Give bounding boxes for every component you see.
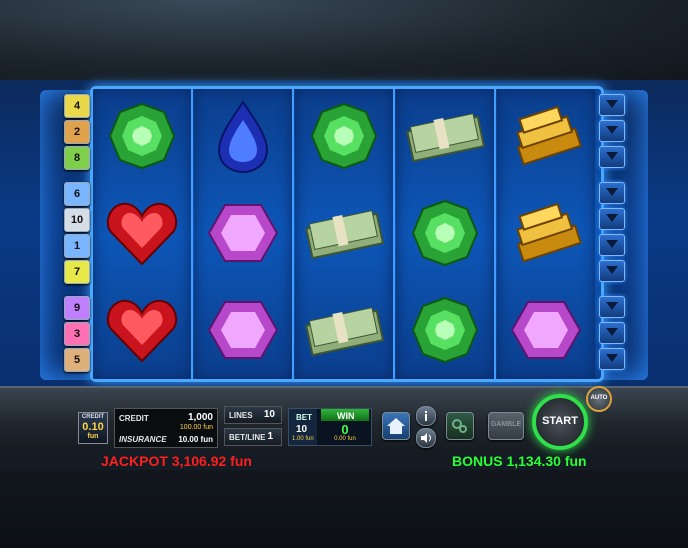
credit-value: 1,000 [187,412,213,423]
reel-3 [295,89,395,379]
payline-arrow-icon[interactable] [599,208,625,230]
reel-4-symbol-3 [396,283,494,377]
payline-button[interactable]: 1 [64,234,90,258]
payline-arrow-icon[interactable] [599,234,625,256]
reel-5-symbol-2 [497,186,595,280]
gamble-button[interactable]: GAMBLE [488,412,524,440]
payline-arrow-icon[interactable] [599,182,625,204]
background-bottom [0,470,688,548]
win-label: WIN [337,411,355,421]
money-stack-symbol [406,113,486,163]
insurance-label: INSURANCE [119,435,167,444]
bet-win-display: BET 10 1.00 fun WIN 0 0.00 fun [288,408,372,446]
amethyst-symbol [207,301,279,359]
credit-label: CREDIT [119,414,149,423]
payline-button[interactable]: 2 [64,120,90,144]
payline-button[interactable]: 10 [64,208,90,232]
lines-label: LINES [229,411,253,420]
ruby-heart-symbol [106,202,178,266]
reel-2 [194,89,294,379]
payline-button[interactable]: 3 [64,322,90,346]
jackpot-display: JACKPOT 3,106.92 fun [101,453,252,469]
payline-arrow-icon[interactable] [599,322,625,344]
payline-button[interactable]: 5 [64,348,90,372]
background-top [0,0,688,80]
reel-1-symbol-2 [93,186,191,280]
sound-button[interactable] [416,428,436,448]
credit-display: CREDIT 1,000 100.00 fun INSURANCE 10.00 … [114,408,218,448]
reel-4-symbol-2 [396,186,494,280]
payline-arrow-icon[interactable] [599,94,625,116]
payline-arrow-icon[interactable] [599,296,625,318]
denomination-unit: fun [87,433,99,440]
start-label: START [542,415,578,427]
emerald-symbol [411,296,479,364]
reel-2-symbol-3 [194,283,292,377]
insurance-value: 10.00 fun [178,435,213,444]
denomination-label: CREDIT [81,414,105,420]
payline-button[interactable]: 8 [64,146,90,170]
bet-value: 10 [296,424,308,435]
emerald-symbol [108,102,176,170]
reel-3-symbol-3 [295,283,393,377]
denomination-value: 0.10 [82,421,104,433]
gamble-label: GAMBLE [490,421,522,428]
bonus-display: BONUS 1,134.30 fun [452,453,587,469]
bet-line-value: 1 [267,431,273,442]
settings-button[interactable] [446,412,474,440]
control-panel: CREDIT 0.10 fun CREDIT 1,000 100.00 fun … [0,386,688,452]
payline-arrow-icon[interactable] [599,146,625,168]
bet-fun: 1.00 fun [292,436,314,442]
lines-value: 10 [263,409,275,420]
reel-3-symbol-2 [295,186,393,280]
payline-arrow-icon[interactable] [599,348,625,370]
payline-arrow-icon[interactable] [599,120,625,142]
payline-button[interactable]: 4 [64,94,90,118]
speaker-icon [421,433,431,443]
reel-2-symbol-1 [194,89,292,183]
info-button[interactable] [416,406,436,426]
reel-4-symbol-1 [396,89,494,183]
amethyst-symbol [207,204,279,262]
gears-icon [452,419,467,433]
reel-1 [93,89,193,379]
auto-label: AUTO [590,395,608,401]
ruby-heart-symbol [106,299,178,363]
reel-5-symbol-1 [497,89,595,183]
emerald-symbol [411,199,479,267]
reel-3-symbol-1 [295,89,393,183]
bet-line-label: BET/LINE [229,433,266,442]
gold-bars-symbol [516,202,582,263]
credit-fun: 100.00 fun [179,424,213,431]
bet-per-line-selector[interactable]: BET/LINE 1 [224,428,282,446]
payline-arrow-icon[interactable] [599,260,625,282]
payline-button[interactable]: 9 [64,296,90,320]
reel-1-symbol-3 [93,283,191,377]
gold-bars-symbol [516,105,582,166]
denomination-selector[interactable]: CREDIT 0.10 fun [78,412,108,444]
home-icon [387,418,405,434]
win-value: 0 [341,422,349,437]
reel-1-symbol-1 [93,89,191,183]
reel-4 [396,89,496,379]
amethyst-symbol [510,301,582,359]
money-stack-symbol [305,210,385,260]
reel-5 [497,89,595,379]
info-icon [425,411,427,421]
payline-button[interactable]: 6 [64,182,90,206]
home-button[interactable] [382,412,410,440]
reel-2-symbol-2 [194,186,292,280]
reel-5-symbol-3 [497,283,595,377]
win-fun: 0.00 fun [334,436,356,442]
lines-selector[interactable]: LINES 10 [224,406,282,424]
sapphire-symbol [217,100,269,174]
emerald-symbol [310,102,378,170]
start-button[interactable]: START [532,394,588,450]
payline-button[interactable]: 7 [64,260,90,284]
money-stack-symbol [305,307,385,357]
bet-label: BET [296,413,312,422]
auto-button[interactable]: AUTO [586,386,612,412]
reel-window [90,86,604,382]
